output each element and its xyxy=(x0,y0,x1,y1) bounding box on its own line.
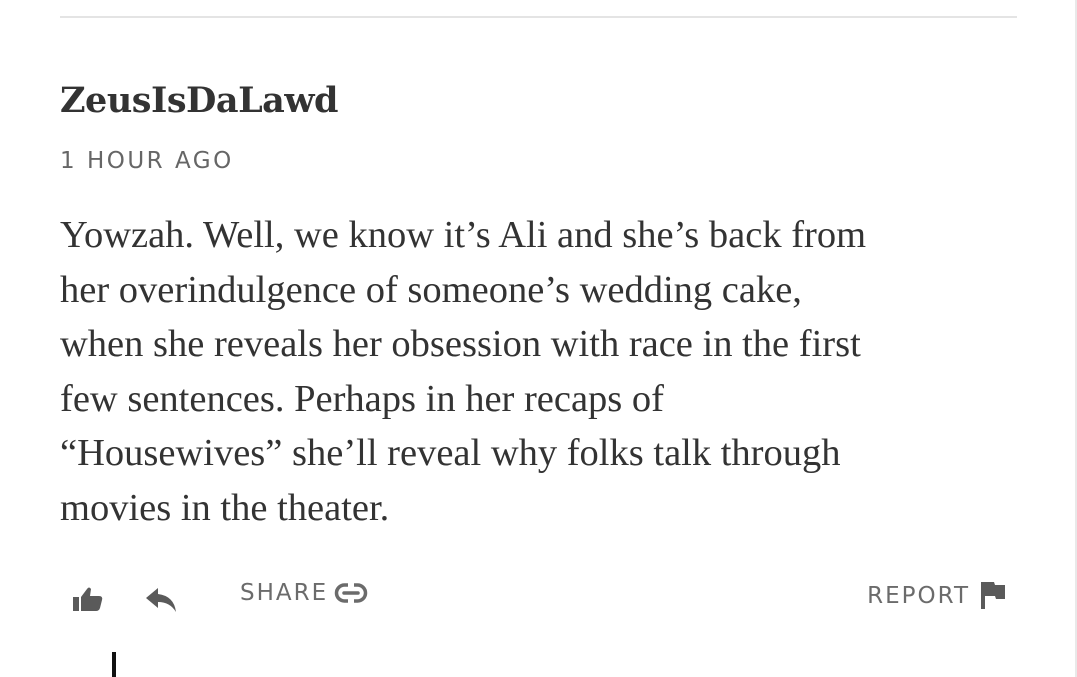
thumbs-up-icon xyxy=(73,587,103,611)
share-button[interactable]: SHARE xyxy=(240,580,368,606)
flag-icon xyxy=(981,582,1005,609)
link-icon xyxy=(334,582,368,604)
comment-timestamp: 1 HOUR AGO xyxy=(60,148,234,174)
comment-body-line: movies in the theater. xyxy=(60,486,390,529)
comment-body-line: Yowzah. Well, we know it’s Ali and she’s… xyxy=(60,214,867,256)
comment-body-line: when she reveals her obsession with race… xyxy=(60,323,861,366)
comment-author[interactable]: ZeusIsDaLawd xyxy=(60,80,338,121)
report-button[interactable]: REPORT xyxy=(867,580,1006,610)
comment-actions: SHARE REPORT xyxy=(60,572,1020,622)
text-cursor xyxy=(112,652,116,677)
share-label: SHARE xyxy=(240,580,329,606)
comment-body: Yowzah. Well, we know it’s Ali and she’s… xyxy=(60,208,1020,536)
comment-body-line: her overindulgence of someone’s wedding … xyxy=(60,268,802,311)
comment-body-line: “Housewives” she’ll reveal why folks tal… xyxy=(60,432,841,475)
top-divider xyxy=(60,16,1017,18)
comment-body-line: few sentences. Perhaps in her recaps of xyxy=(60,377,664,420)
reply-arrow-icon xyxy=(146,588,176,612)
reply-button[interactable] xyxy=(144,586,178,619)
report-label: REPORT xyxy=(867,583,970,609)
like-button[interactable] xyxy=(72,586,104,617)
